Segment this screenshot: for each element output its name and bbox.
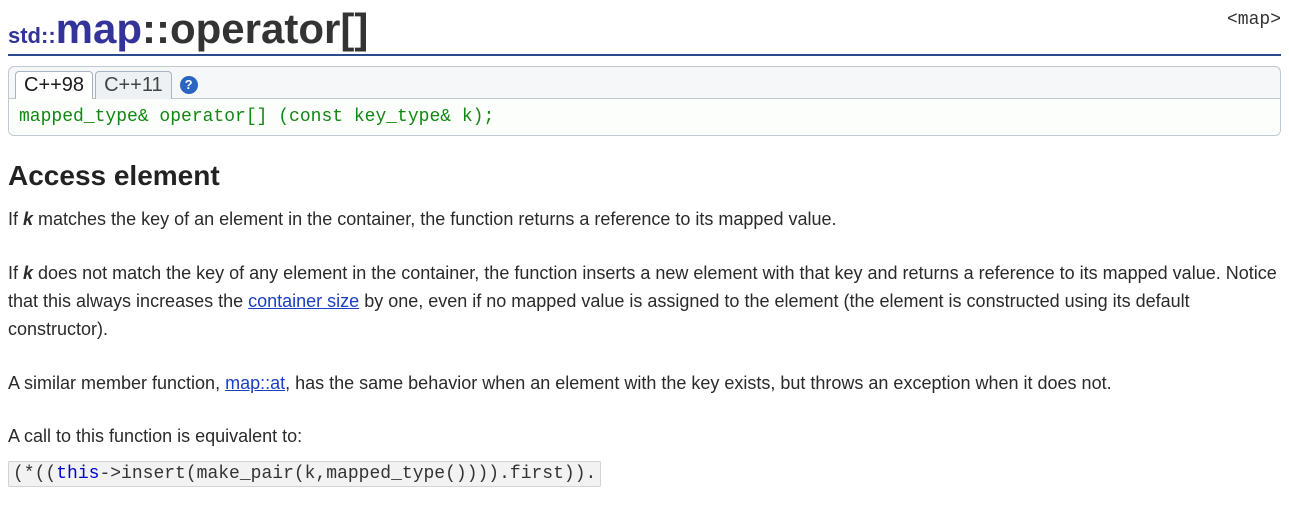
code-p2: ->insert(make_pair(k,mapped_type()))).fi… xyxy=(99,464,596,484)
paragraph-4: A call to this function is equivalent to… xyxy=(8,423,1281,451)
equivalent-expression: (*((this->insert(make_pair(k,mapped_type… xyxy=(8,461,601,487)
page-header: std::map::operator[] <map> xyxy=(8,8,1281,56)
tab-cpp11[interactable]: C++11 xyxy=(95,71,172,99)
title-suffix: operator[] xyxy=(170,5,368,52)
p2-key: k xyxy=(23,263,33,283)
paragraph-1: If k matches the key of an element in th… xyxy=(8,206,1281,234)
help-icon[interactable]: ? xyxy=(180,76,198,94)
p3-pre: A similar member function, xyxy=(8,373,225,393)
title-main: map xyxy=(56,5,142,52)
title-sep: :: xyxy=(142,5,170,52)
page-title: std::map::operator[] xyxy=(8,8,368,50)
tabs-row: C++98 C++11 ? xyxy=(9,67,1280,98)
p1-pre: If xyxy=(8,209,23,229)
section-title: Access element xyxy=(8,160,1281,192)
p1-key: k xyxy=(23,209,33,229)
paragraph-3: A similar member function, map::at, has … xyxy=(8,370,1281,398)
code-p1: (*(( xyxy=(13,464,56,484)
link-map-at[interactable]: map::at xyxy=(225,373,285,393)
p3-post: , has the same behavior when an element … xyxy=(285,373,1111,393)
p2-pre: If xyxy=(8,263,23,283)
title-prefix: std:: xyxy=(8,23,56,48)
header-include-hint: <map> xyxy=(1227,8,1281,30)
tab-cpp98[interactable]: C++98 xyxy=(15,71,93,99)
standard-version-tabs: C++98 C++11 ? mapped_type& operator[] (c… xyxy=(8,66,1281,136)
function-signature: mapped_type& operator[] (const key_type&… xyxy=(9,98,1280,135)
link-container-size[interactable]: container size xyxy=(248,291,359,311)
code-kw-this: this xyxy=(56,464,99,484)
p1-post: matches the key of an element in the con… xyxy=(33,209,836,229)
paragraph-2: If k does not match the key of any eleme… xyxy=(8,260,1281,344)
